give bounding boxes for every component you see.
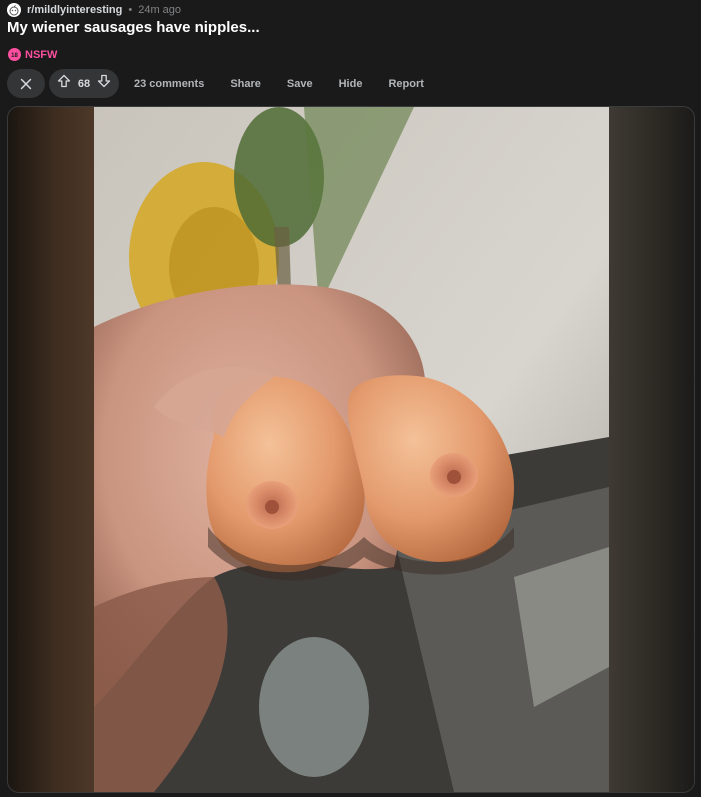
nsfw-badge: 18 NSFW [8, 48, 57, 61]
comments-button[interactable]: 23 comments [121, 69, 217, 98]
vote-count: 68 [77, 77, 91, 90]
subreddit-link[interactable]: r/mildlyinteresting [27, 4, 122, 16]
report-button[interactable]: Report [375, 69, 436, 98]
nsfw-label: NSFW [25, 48, 58, 61]
arrow-down-icon [97, 74, 111, 88]
subreddit-avatar[interactable] [7, 3, 21, 17]
meta-separator: • [128, 4, 133, 16]
share-button[interactable]: Share [217, 69, 274, 98]
save-button[interactable]: Save [274, 69, 326, 98]
media-blur-right [609, 107, 694, 792]
vote-group: 68 [49, 69, 119, 98]
media-blur-left [8, 107, 94, 792]
close-icon [20, 78, 32, 89]
svg-text:18: 18 [11, 53, 18, 59]
nsfw-icon: 18 [8, 48, 21, 61]
arrow-up-icon [57, 74, 71, 88]
post-time: 24m ago [138, 4, 182, 16]
downvote-button[interactable] [97, 74, 111, 93]
reddit-snoo-icon [9, 4, 19, 16]
hide-button[interactable]: Hide [326, 69, 376, 98]
post-image[interactable] [94, 107, 609, 792]
post-title[interactable]: My wiener sausages have nipples... [7, 19, 260, 36]
upvote-button[interactable] [57, 74, 71, 93]
post-actions-bar: 68 23 comments Share Save Hide Report [7, 69, 437, 98]
post-meta: r/mildlyinteresting • 24m ago [7, 2, 181, 18]
close-button[interactable] [7, 69, 45, 98]
post-media[interactable] [7, 106, 695, 793]
